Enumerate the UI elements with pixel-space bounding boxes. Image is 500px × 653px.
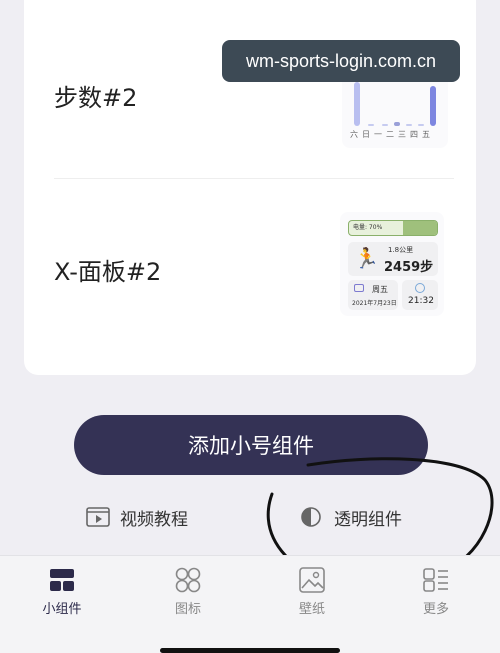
bottom-tab-bar: 小组件 图标 壁纸 更多	[0, 555, 500, 653]
step-bar	[418, 124, 424, 126]
weekday-axis: 六日一二三四五	[350, 130, 434, 139]
time-tile: 21:32	[402, 280, 438, 310]
steps-tile: 🏃 1.8公里 2459步	[348, 242, 438, 276]
half-circle-icon	[301, 507, 321, 527]
tab-more[interactable]: 更多	[406, 566, 466, 617]
home-indicator[interactable]	[160, 648, 340, 653]
add-widget-button[interactable]: 添加小号组件	[74, 415, 428, 475]
calendar-icon	[354, 284, 364, 292]
widgets-icon	[50, 569, 74, 591]
tab-wallpaper[interactable]: 壁纸	[282, 566, 342, 617]
transparent-widget-link[interactable]: 透明组件	[300, 503, 402, 531]
tab-widgets[interactable]: 小组件	[32, 566, 92, 617]
step-bar	[368, 124, 374, 126]
tab-icons-label: 图标	[174, 602, 201, 617]
video-tutorial-label: 视频教程	[120, 509, 188, 530]
icons-grid-icon	[175, 567, 201, 593]
step-bar	[430, 86, 436, 126]
runner-icon: 🏃	[354, 246, 379, 270]
more-icon	[423, 568, 448, 592]
battery-bar: 电量: 70%	[348, 220, 438, 236]
step-bar	[394, 122, 400, 126]
panel-widget-preview[interactable]: 电量: 70% 🏃 1.8公里 2459步 周五 2021年7月23日 21:3…	[340, 212, 444, 316]
weekday-text: 周五	[372, 285, 388, 294]
steps-count: 2459步	[384, 260, 434, 275]
tab-more-label: 更多	[422, 602, 449, 617]
watermark-overlay: wm-sports-login.com.cn	[222, 40, 460, 82]
tab-widgets-label: 小组件	[42, 602, 82, 617]
time-text: 21:32	[408, 296, 434, 306]
widget-title-steps[interactable]: 步数#2	[54, 78, 137, 113]
date-text: 2021年7月23日	[352, 300, 397, 307]
transparent-widget-label: 透明组件	[334, 509, 402, 530]
widget-title-panel[interactable]: X-面板#2	[54, 252, 161, 287]
row-divider	[54, 178, 454, 179]
video-tutorial-link[interactable]: 视频教程	[86, 503, 188, 531]
step-bar	[382, 124, 388, 126]
video-icon	[86, 507, 110, 527]
tab-wallpaper-label: 壁纸	[298, 602, 325, 617]
wallpaper-icon	[299, 567, 325, 593]
step-bar	[406, 124, 412, 126]
distance-text: 1.8公里	[388, 246, 414, 254]
step-bar	[354, 82, 360, 126]
clock-icon	[415, 283, 425, 293]
tab-icons[interactable]: 图标	[158, 566, 218, 617]
date-tile: 周五 2021年7月23日	[348, 280, 398, 310]
